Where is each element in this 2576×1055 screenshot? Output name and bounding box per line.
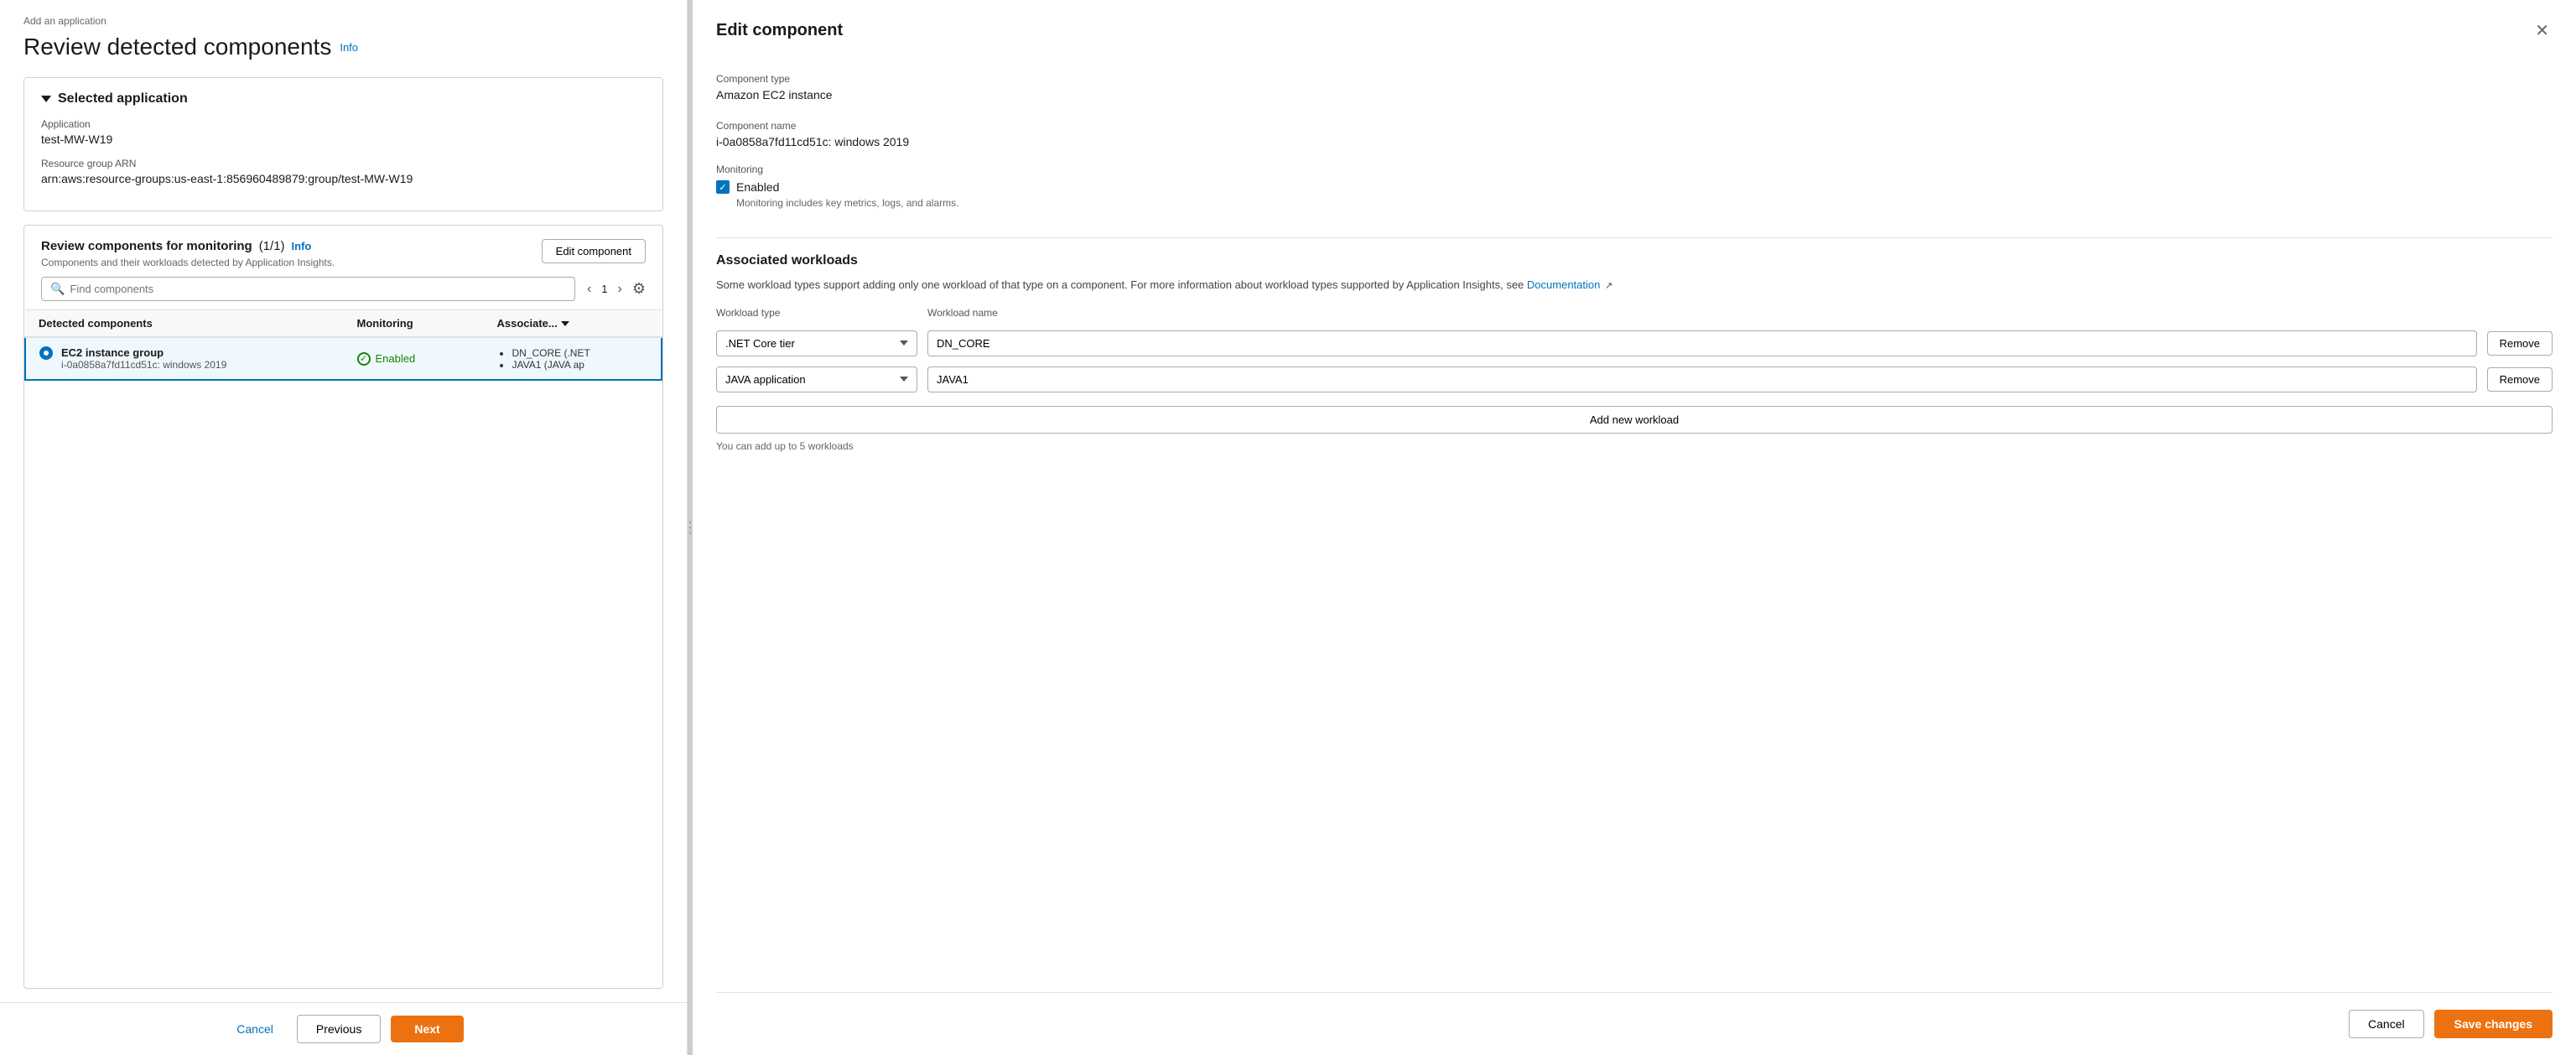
remove-workload-1-button[interactable]: Remove <box>2487 331 2553 356</box>
drawer-title: Edit component <box>716 21 843 40</box>
cancel-button[interactable]: Cancel <box>223 1016 287 1042</box>
monitoring-label: Monitoring <box>716 164 2553 175</box>
col-header-component: Detected components <box>25 310 344 338</box>
review-header: Review components for monitoring (1/1) I… <box>24 226 662 277</box>
page-info-link[interactable]: Info <box>340 41 358 54</box>
left-panel: Add an application Review detected compo… <box>0 0 688 1055</box>
workload-row-1: .NET Core tier Remove <box>716 330 2553 356</box>
monitoring-checkbox-row: ✓ Enabled <box>716 180 2553 194</box>
search-row: 🔍 ‹ 1 › ⚙ <box>24 277 662 309</box>
edit-component-button[interactable]: Edit component <box>542 239 646 263</box>
page-title-text: Review detected components <box>23 34 331 60</box>
workload-name-col-label: Workload name <box>927 307 2467 319</box>
component-name-value: i-0a0858a7fd11cd51c: windows 2019 <box>716 135 2553 148</box>
workload-limit-text: You can add up to 5 workloads <box>716 440 2553 452</box>
workload-name-input-2[interactable] <box>927 366 2477 392</box>
close-button[interactable]: ✕ <box>2532 17 2553 44</box>
row-radio[interactable] <box>39 346 53 360</box>
workload-list: DN_CORE (.NET JAVA1 (JAVA ap <box>496 347 647 371</box>
associate-chevron-icon <box>561 321 569 326</box>
search-input[interactable] <box>70 283 566 295</box>
component-type-label: Component type <box>716 73 2553 85</box>
workload-row-2: JAVA application Remove <box>716 366 2553 392</box>
review-title-block: Review components for monitoring (1/1) I… <box>41 239 335 268</box>
app-value: test-MW-W19 <box>41 133 646 146</box>
next-button[interactable]: Next <box>391 1016 463 1042</box>
next-page-button[interactable]: › <box>615 278 626 300</box>
workload-type-col-label: Workload type <box>716 307 917 319</box>
drawer-bottom-bar: Cancel Save changes <box>716 992 2553 1038</box>
search-icon: 🔍 <box>50 282 65 296</box>
table-row[interactable]: EC2 instance group i-0a0858a7fd11cd51c: … <box>25 337 662 380</box>
previous-button[interactable]: Previous <box>297 1015 381 1043</box>
page-title: Review detected components Info <box>23 34 663 60</box>
bottom-bar: Cancel Previous Next <box>0 1002 687 1055</box>
pagination-controls: ‹ 1 › ⚙ <box>584 278 646 300</box>
drawer-cancel-button[interactable]: Cancel <box>2349 1010 2424 1038</box>
settings-icon[interactable]: ⚙ <box>632 280 646 298</box>
workload-name-input-1[interactable] <box>927 330 2477 356</box>
prev-page-button[interactable]: ‹ <box>584 278 595 300</box>
search-box: 🔍 <box>41 277 575 301</box>
review-subtitle: Components and their workloads detected … <box>41 257 335 268</box>
add-app-label: Add an application <box>23 15 663 27</box>
add-workload-button[interactable]: Add new workload <box>716 406 2553 434</box>
edit-component-panel: Edit component ✕ Component type Amazon E… <box>693 0 2576 1055</box>
associate-cell: DN_CORE (.NET JAVA1 (JAVA ap <box>483 337 662 380</box>
components-table: Detected components Monitoring Associate… <box>24 309 662 381</box>
workload-type-select-2[interactable]: JAVA application <box>716 366 917 392</box>
monitoring-section: Monitoring ✓ Enabled Monitoring includes… <box>716 164 2553 209</box>
component-type: EC2 instance group <box>61 346 226 359</box>
external-link-icon: ↗ <box>1605 281 1613 291</box>
assoc-workloads-title: Associated workloads <box>716 253 2553 268</box>
review-info-link[interactable]: Info <box>292 240 312 252</box>
monitoring-checkbox[interactable]: ✓ <box>716 180 730 194</box>
left-panel-header: Add an application Review detected compo… <box>0 0 687 77</box>
drawer-header: Edit component ✕ <box>716 17 2553 44</box>
component-instance: i-0a0858a7fd11cd51c: windows 2019 <box>61 359 226 371</box>
page-number: 1 <box>601 283 607 295</box>
selected-application-title: Selected application <box>41 91 646 107</box>
review-title: Review components for monitoring (1/1) I… <box>41 239 335 253</box>
monitoring-desc: Monitoring includes key metrics, logs, a… <box>736 197 2553 209</box>
workload-item: DN_CORE (.NET <box>512 347 647 359</box>
component-cell: EC2 instance group i-0a0858a7fd11cd51c: … <box>25 337 344 380</box>
component-type-value: Amazon EC2 instance <box>716 88 2553 101</box>
documentation-link[interactable]: Documentation <box>1527 278 1600 291</box>
workload-column-headers: Workload type Workload name <box>716 307 2553 324</box>
remove-workload-2-button[interactable]: Remove <box>2487 367 2553 392</box>
component-name-label: Component name <box>716 120 2553 132</box>
monitoring-enabled-label: Enabled <box>736 180 779 194</box>
selected-application-section: Selected application Application test-MW… <box>23 77 663 211</box>
save-changes-button[interactable]: Save changes <box>2434 1010 2553 1038</box>
check-circle-icon: ✓ <box>357 352 371 366</box>
review-section: Review components for monitoring (1/1) I… <box>23 225 663 989</box>
col-header-monitoring: Monitoring <box>344 310 484 338</box>
workload-item: JAVA1 (JAVA ap <box>512 359 647 371</box>
col-header-associate: Associate... <box>483 310 662 338</box>
arn-label: Resource group ARN <box>41 158 646 169</box>
section-divider <box>716 237 2553 238</box>
monitoring-cell: ✓ Enabled <box>344 337 484 380</box>
app-label: Application <box>41 118 646 130</box>
collapse-icon[interactable] <box>41 96 51 102</box>
arn-value: arn:aws:resource-groups:us-east-1:856960… <box>41 172 646 185</box>
monitoring-status: ✓ Enabled <box>357 352 470 366</box>
workload-type-select-1[interactable]: .NET Core tier <box>716 330 917 356</box>
assoc-desc: Some workload types support adding only … <box>716 277 2553 294</box>
